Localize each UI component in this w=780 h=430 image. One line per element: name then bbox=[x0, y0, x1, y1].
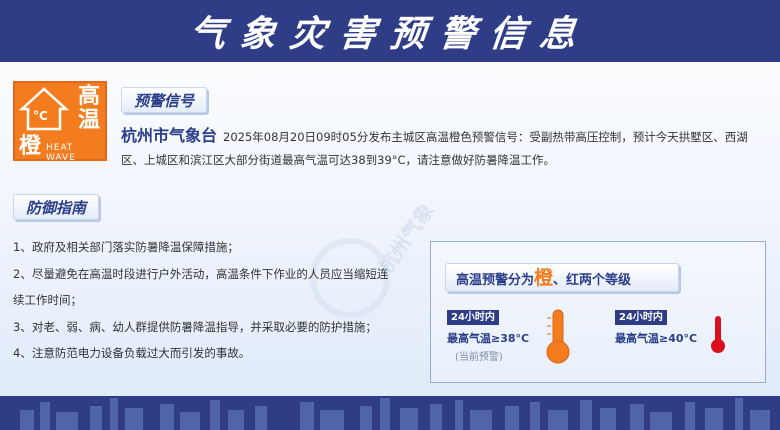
signal-unit: °C bbox=[33, 109, 48, 123]
guide-item: 3、对老、弱、病、幼人群提供防暑降温指导，并采取必要的防护措施； bbox=[13, 319, 377, 334]
levels-title: 高温预警分为橙、红两个等级 bbox=[445, 263, 679, 292]
guide-list: 1、政府及相关部门落实防暑降温保障措施； 2、尽量避免在高温时段进行户外活动，高… bbox=[13, 234, 413, 367]
warning-issuer: 杭州市气象台 bbox=[121, 126, 218, 145]
heat-wave-orange-signal-icon: °C 高 温 橙 HEAT WAVE bbox=[13, 81, 107, 163]
orange-level-note: (当前预警) bbox=[455, 352, 503, 363]
signal-level-char: 橙 bbox=[19, 134, 42, 159]
orange-thermometer-icon bbox=[546, 309, 570, 364]
city-skyline-footer bbox=[0, 396, 780, 430]
header-banner: 气象灾害预警信息 bbox=[0, 0, 780, 62]
guide-item: 1、政府及相关部门落实防暑降温保障措施； bbox=[13, 240, 239, 254]
levels-title-suffix: 、红两个等级 bbox=[553, 273, 632, 288]
guide-item: 续工作时间； bbox=[13, 293, 82, 307]
red-thermometer-icon bbox=[711, 316, 725, 353]
levels-title-prefix: 高温预警分为 bbox=[456, 273, 535, 288]
signal-char-top: 高 bbox=[77, 84, 100, 109]
red-level-condition: 最高气温≥40°C bbox=[615, 332, 698, 345]
guide-item: 2、尽量避免在高温时段进行户外活动，高温条件下作业的人员应当缩短连 bbox=[13, 266, 389, 281]
signal-char-bottom: 温 bbox=[77, 108, 100, 133]
orange-level-condition: 最高气温≥38°C bbox=[447, 332, 530, 345]
orange-level-tag: 24小时内 bbox=[447, 310, 499, 325]
signal-english: HEAT WAVE bbox=[46, 143, 76, 163]
guide-item: 4、注意防范电力设备负载过大而引发的事故。 bbox=[13, 346, 251, 360]
levels-title-orange: 橙 bbox=[534, 267, 554, 289]
section-tab-guide: 防御指南 bbox=[13, 194, 100, 220]
warning-content: 杭州市气象台 2025年08月20日09时05分发布主城区高温橙色预警信号：受副热… bbox=[121, 124, 766, 172]
page-title: 气象灾害预警信息 bbox=[187, 14, 592, 55]
red-level-tag: 24小时内 bbox=[615, 310, 667, 325]
section-tab-signal: 预警信号 bbox=[121, 87, 208, 113]
warning-levels-panel: 高温预警分为橙、红两个等级 24小时内 最高气温≥38°C (当前预警) 24小… bbox=[430, 241, 766, 383]
